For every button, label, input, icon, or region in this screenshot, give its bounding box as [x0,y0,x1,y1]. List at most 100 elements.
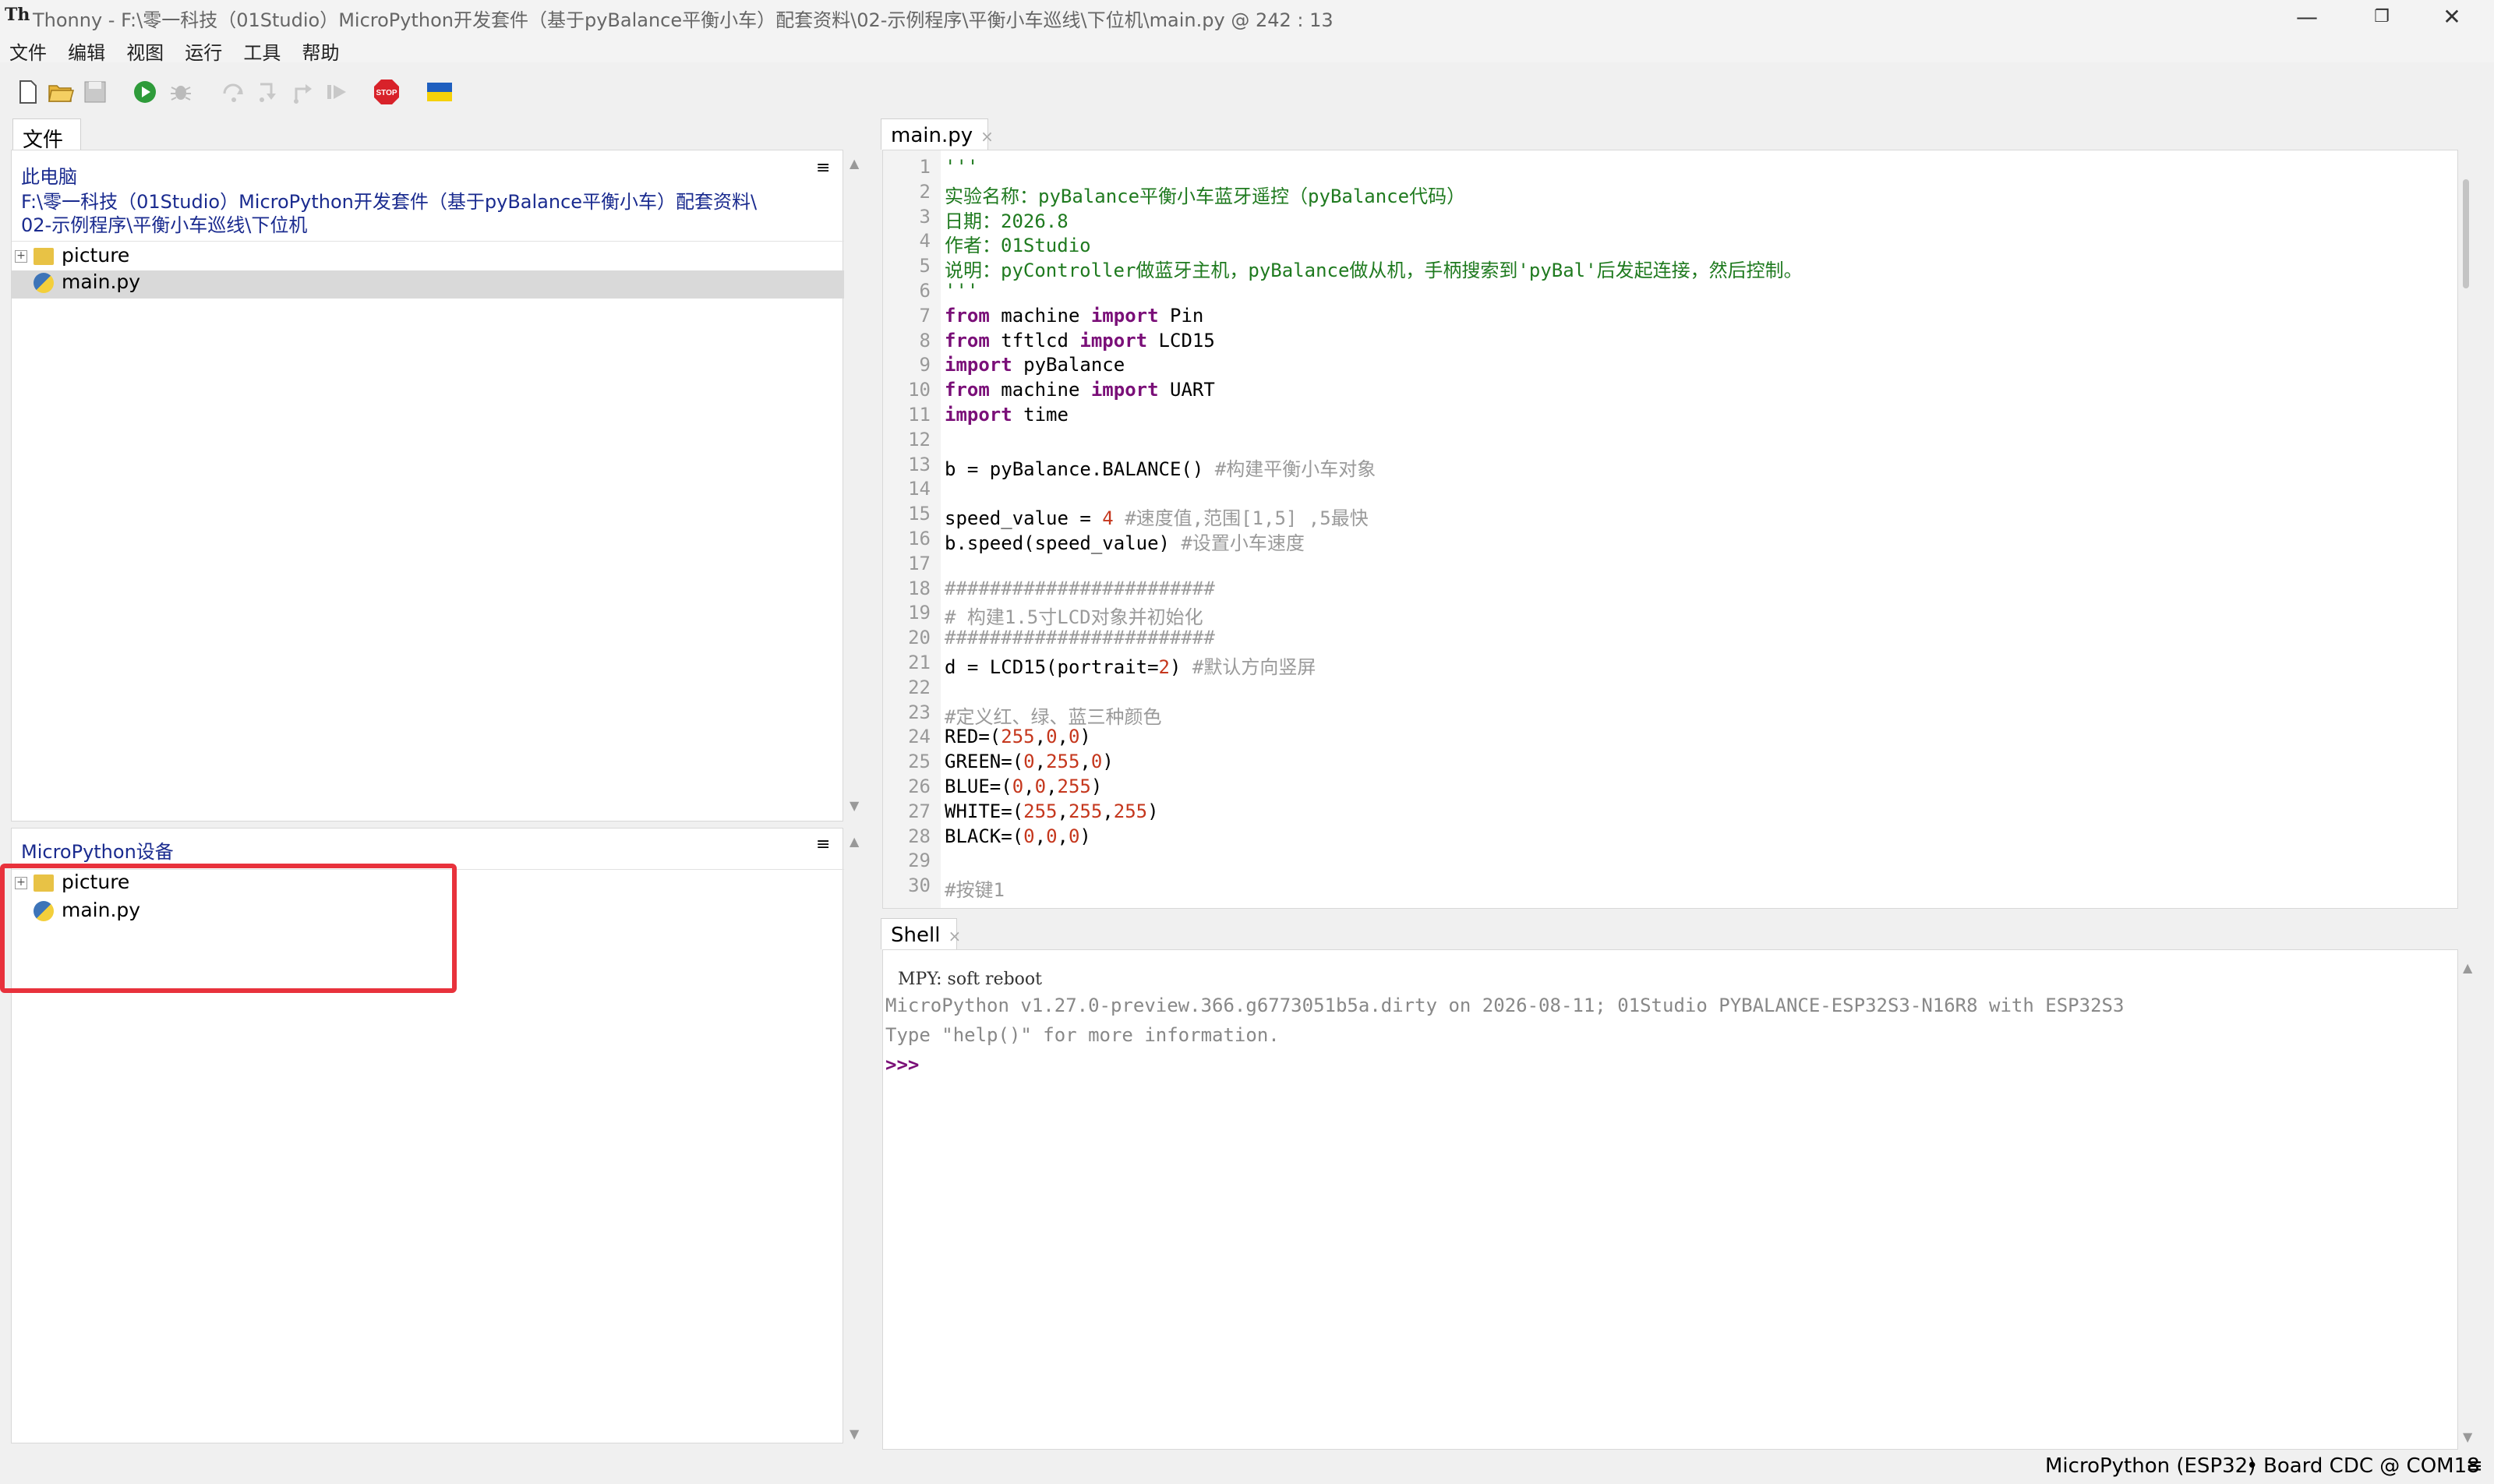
tree-item-main-py[interactable]: main.py [12,270,844,299]
shell-prompt[interactable]: >>> [885,1054,919,1076]
path-line-2[interactable]: 02-示例程序\平衡小车巡线\下位机 [21,210,307,237]
menu-run[interactable]: 运行 [175,34,230,65]
line-number: 9 [919,354,931,376]
code-line: 说明：pyController做蓝牙主机，pyBalance做从机，手柄搜索到'… [945,260,1803,282]
tab-shell[interactable]: Shell × [881,918,961,949]
step-out-icon[interactable] [288,78,316,106]
device-scroll-down-icon[interactable]: ▼ [850,1426,859,1441]
code-line: from tftlcd import LCD15 [945,329,1215,352]
open-file-icon[interactable] [47,78,75,106]
line-number: 17 [908,552,931,574]
window-title: Thonny - F:\零一科技（01Studio）MicroPython开发套… [33,9,1334,31]
menu-file[interactable]: 文件 [0,34,55,65]
python-file-icon [34,273,54,293]
stop-icon[interactable]: STOP [373,78,401,106]
shell-scroll-up-icon[interactable]: ▲ [2463,960,2472,975]
code-line: ######################## [945,627,1215,649]
menu-help[interactable]: 帮助 [292,34,347,65]
line-number: 24 [908,726,931,748]
tab-files[interactable]: 文件× [12,118,81,175]
interpreter-status[interactable]: MicroPython (ESP32) [2045,1454,2256,1478]
tree-item-label: main.py [62,270,141,293]
line-number: 5 [919,255,931,277]
new-file-icon[interactable] [14,78,42,106]
tab-files-label: 文件 [23,129,64,152]
code-line: RED=(255,0,0) [945,726,1091,748]
resume-icon[interactable] [323,78,351,106]
line-number: 28 [908,825,931,847]
code-line: ''' [945,156,979,178]
line-number: 18 [908,577,931,599]
run-icon[interactable] [131,78,159,106]
menu-bar: 文件 编辑 视图 运行 工具 帮助 [0,34,2494,65]
line-number: 7 [919,304,931,327]
line-number: 2 [919,180,931,203]
code-line: BLUE=(0,0,255) [945,776,1103,797]
highlight-box [0,864,457,993]
tree-item-label: picture [62,244,130,267]
shell-scroll-down-icon[interactable]: ▼ [2463,1429,2472,1444]
debug-icon[interactable] [167,78,195,106]
line-number: 13 [908,453,931,475]
menu-view[interactable]: 视图 [117,34,171,65]
line-number: 16 [908,528,931,549]
step-into-icon[interactable] [254,78,282,106]
save-icon[interactable] [81,78,109,106]
tab-shell-close[interactable]: × [948,927,961,945]
device-scroll-up-icon[interactable]: ▲ [850,834,859,849]
code-line: ''' [945,280,979,302]
stop-icon-label: STOP [376,89,397,97]
divider [12,241,844,242]
code-line: #定义红、绿、蓝三种颜色 [945,705,1162,728]
close-button[interactable]: ✕ [2421,0,2483,34]
line-number: 1 [919,156,931,178]
tab-main-py-close[interactable]: × [980,127,994,146]
code-line: speed_value = 4 #速度值,范围[1,5] ,5最快 [945,507,1369,530]
code-line: WHITE=(255,255,255) [945,800,1159,822]
line-number: 8 [919,329,931,352]
ukraine-flag-icon[interactable] [426,78,454,106]
line-number: 20 [908,627,931,649]
line-number: 11 [908,404,931,426]
code-line: b = pyBalance.BALANCE() #构建平衡小车对象 [945,458,1376,480]
line-number: 21 [908,652,931,673]
tab-main-py-label: main.py [891,124,973,147]
minimize-button[interactable]: — [2276,0,2338,34]
code-line: 实验名称：pyBalance平衡小车蓝牙遥控（pyBalance代码） [945,185,1466,207]
expand-icon[interactable]: + [15,250,27,263]
code-line: 日期：2026.8 [945,210,1069,232]
tree-item-picture[interactable]: + picture [12,244,844,272]
code-line: 作者：01Studio [945,235,1091,257]
folder-icon [34,248,54,265]
tab-main-py[interactable]: main.py × [881,118,994,150]
shell-line-help: Type "help()" for more information. [885,1024,1280,1046]
tab-shell-label: Shell [891,924,941,947]
status-separator: • [2246,1454,2259,1478]
step-over-icon[interactable] [220,78,248,106]
status-bar: MicroPython (ESP32) • Board CDC @ COM18 … [0,1450,2494,1484]
files-pane-menu-icon[interactable]: ≡ [816,158,830,178]
restore-button[interactable]: ❐ [2351,0,2413,34]
this-pc-link[interactable]: 此电脑 [21,161,77,189]
line-number: 23 [908,701,931,723]
shell-line-reboot: MPY: soft reboot [898,970,1043,989]
files-scroll-up-icon[interactable]: ▲ [850,156,859,171]
editor-scrollbar-thumb[interactable] [2463,179,2469,288]
line-number: 30 [908,874,931,897]
toolbar: STOP [0,64,2494,118]
device-pane-menu-icon[interactable]: ≡ [816,835,830,854]
menu-tools[interactable]: 工具 [234,34,288,65]
device-pane-title: MicroPython设备 [21,841,174,863]
line-number: 26 [908,776,931,797]
shell-line-version: MicroPython v1.27.0-preview.366.g6773051… [885,995,2125,1016]
code-line: #按键1 [945,879,1005,902]
code-line: import time [945,404,1069,426]
port-status[interactable]: Board CDC @ COM18 [2263,1454,2480,1478]
code-line: BLACK=(0,0,0) [945,825,1091,847]
files-scroll-down-icon[interactable]: ▼ [850,798,859,813]
line-number: 27 [908,800,931,822]
status-menu-icon[interactable]: ≡ [2466,1454,2483,1478]
code-line: from machine import UART [945,379,1215,401]
menu-edit[interactable]: 编辑 [58,34,113,65]
line-number: 25 [908,751,931,773]
